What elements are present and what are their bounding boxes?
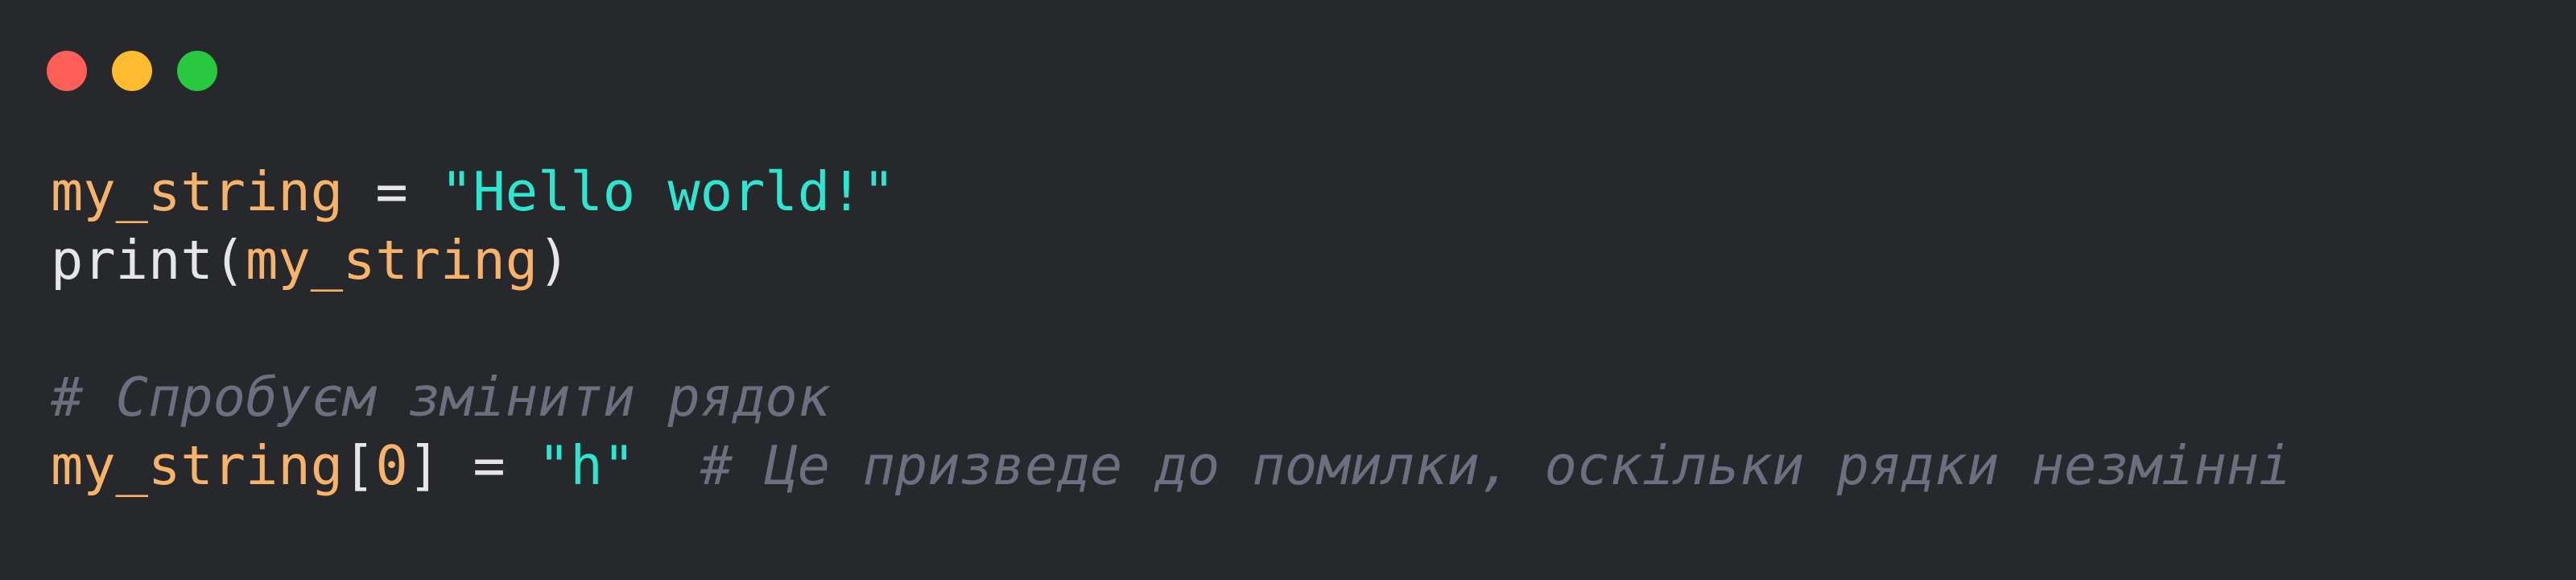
operator-token: = (343, 160, 441, 223)
window-controls (47, 51, 217, 91)
variable-token: my_string (51, 160, 344, 223)
minimize-button[interactable] (112, 51, 152, 91)
variable-token: my_string (51, 434, 344, 497)
string-token: "Hello world!" (440, 160, 895, 223)
paren-close-token: ) (538, 229, 571, 292)
code-line-2: print(my_string) (51, 226, 2291, 295)
code-line-4: # Спробуєм змінити рядок (51, 363, 2291, 432)
bracket-close-token: ] (407, 434, 441, 497)
code-line-5: my_string[0] = "h" # Це призведе до поми… (51, 432, 2291, 500)
code-line-1: my_string = "Hello world!" (51, 158, 2291, 226)
paren-open-token: ( (213, 229, 246, 292)
number-token: 0 (375, 434, 408, 497)
function-token: print (51, 229, 213, 292)
operator-token: = (440, 434, 539, 497)
close-button[interactable] (47, 51, 87, 91)
code-window: my_string = "Hello world!" print(my_strin… (0, 0, 2576, 580)
argument-token: my_string (246, 229, 539, 292)
bracket-open-token: [ (343, 434, 376, 497)
comment-token: # Спробуєм змінити рядок (51, 366, 831, 429)
maximize-button[interactable] (177, 51, 217, 91)
code-block: my_string = "Hello world!" print(my_strin… (51, 158, 2291, 500)
string-token: "h" (538, 434, 636, 497)
comment-token: # Це призведе до помилки, оскільки рядки… (700, 434, 2292, 497)
